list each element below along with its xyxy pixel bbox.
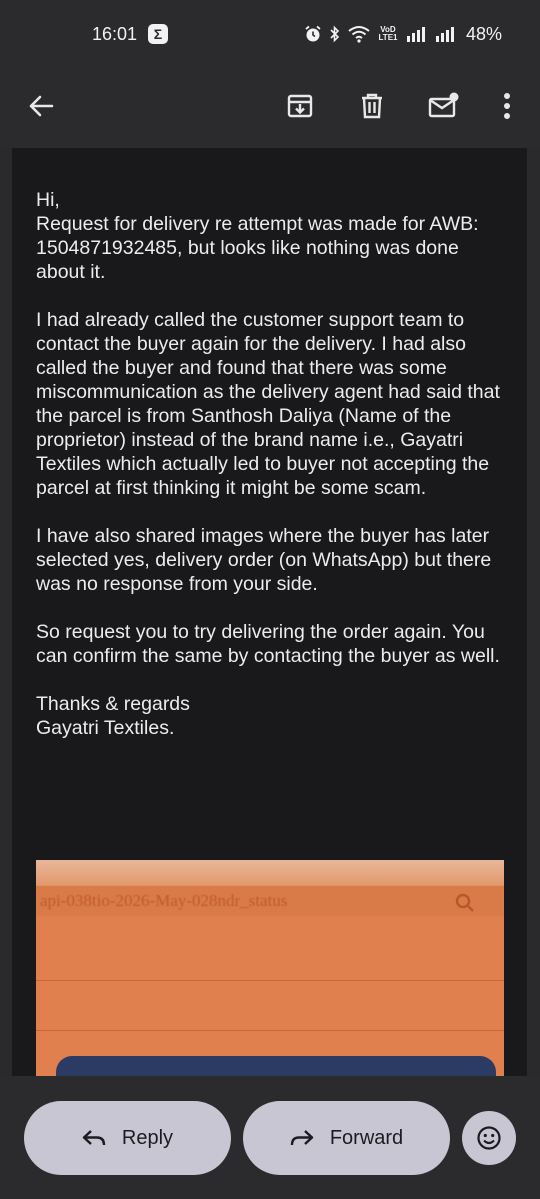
reply-button[interactable]: Reply <box>24 1101 231 1175</box>
signal-icon-2 <box>436 27 454 42</box>
archive-icon <box>287 94 313 118</box>
email-paragraph: Hi, Request for delivery re attempt was … <box>36 189 479 283</box>
mark-unread-button[interactable] <box>418 80 470 132</box>
reply-actions-bar: Reply Forward <box>0 1076 540 1199</box>
arrow-left-icon <box>29 95 54 117</box>
search-icon <box>455 893 474 912</box>
email-paragraph: So request you to try delivering the ord… <box>36 621 500 667</box>
reply-icon <box>82 1130 106 1146</box>
wifi-icon <box>348 26 370 43</box>
status-icons: VoD LTE1 48% <box>304 22 502 46</box>
more-vert-icon <box>504 93 510 119</box>
attachment-divider <box>36 980 504 981</box>
email-toolbar <box>0 66 540 148</box>
attachment-card <box>56 1056 496 1076</box>
more-options-button[interactable] <box>481 80 533 132</box>
status-time: 16:01 <box>92 24 138 44</box>
attachment-url-text: api-038tio-2026-May-028ndr_status <box>36 886 504 916</box>
emoji-icon <box>477 1126 501 1150</box>
emoji-reaction-button[interactable] <box>462 1111 516 1165</box>
battery-level: 48% <box>466 23 503 44</box>
email-body: Hi, Request for delivery re attempt was … <box>12 148 527 1076</box>
back-button[interactable] <box>15 80 67 132</box>
forward-button[interactable]: Forward <box>243 1101 450 1175</box>
signal-icon <box>407 27 425 42</box>
alarm-icon <box>305 25 321 42</box>
mail-unread-icon <box>428 92 459 118</box>
email-paragraph: I have also shared images where the buye… <box>36 525 492 595</box>
forward-icon <box>290 1130 314 1146</box>
archive-button[interactable] <box>274 80 326 132</box>
forward-label: Forward <box>329 1126 404 1149</box>
attachment-image[interactable]: api-038tio-2026-May-028ndr_status <box>36 860 504 1076</box>
email-signature: Thanks & regards Gayatri Textiles. <box>36 693 190 739</box>
volte-label: VoD LTE1 <box>378 25 398 42</box>
sigma-icon: Σ <box>148 24 168 44</box>
email-text: Hi, Request for delivery re attempt was … <box>36 188 511 740</box>
status-bar: 16:01 Σ VoD LTE1 48% <box>0 0 540 66</box>
trash-icon <box>362 93 382 119</box>
bluetooth-icon <box>330 25 340 43</box>
attachment-photo-band <box>36 860 504 886</box>
email-paragraph: I had already called the customer suppor… <box>36 309 500 499</box>
delete-button[interactable] <box>346 80 398 132</box>
attachment-divider <box>36 1030 504 1031</box>
reply-label: Reply <box>121 1126 174 1149</box>
